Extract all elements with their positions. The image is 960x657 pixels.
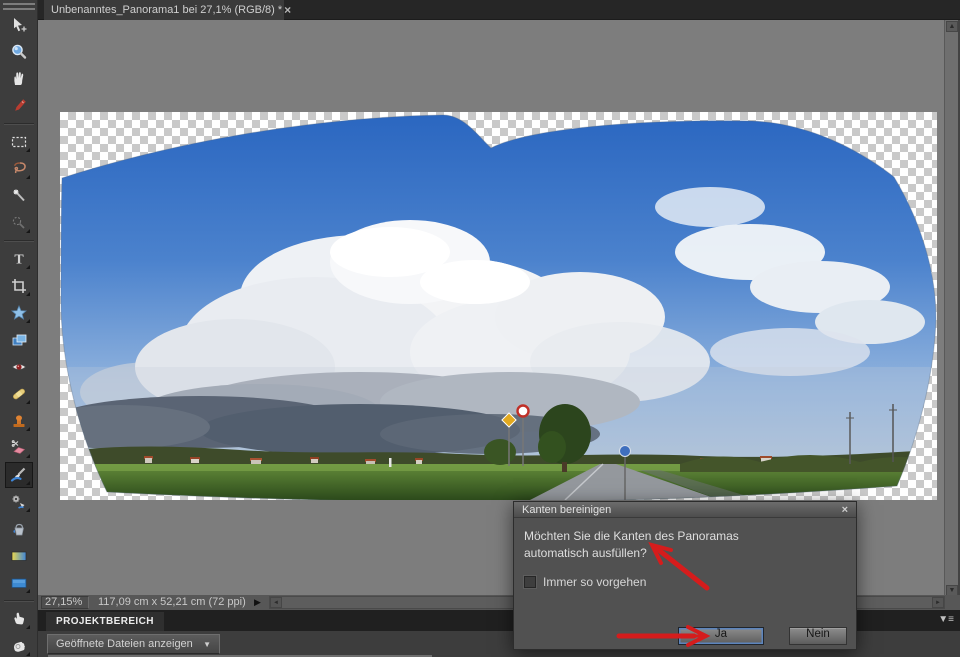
document-tab-title: Unbenanntes_Panorama1 bei 27,1% (RGB/8) …	[51, 4, 282, 16]
tool-divider	[4, 240, 34, 242]
lasso-tool[interactable]	[6, 157, 32, 181]
dialog-title-bar[interactable]: Kanten bereinigen ×	[514, 502, 856, 518]
tool-palette: T	[0, 0, 38, 657]
document-size-readout: 117,09 cm x 52,21 cm (72 ppi)	[98, 596, 246, 609]
project-area-tab[interactable]: PROJEKTBEREICH	[46, 612, 164, 631]
zoom-tool[interactable]	[6, 40, 32, 64]
checkbox-label: Immer so vorgehen	[543, 575, 646, 589]
vertical-scrollbar[interactable]: ▲ ▼	[944, 20, 958, 597]
palette-grip-handle[interactable]	[3, 3, 35, 10]
paint-bucket-tool[interactable]	[6, 517, 32, 541]
show-open-files-dropdown[interactable]: Geöffnete Dateien anzeigen ▼	[47, 634, 220, 654]
rectangular-marquee-tool[interactable]	[6, 130, 32, 154]
tool-divider	[4, 600, 34, 602]
quick-selection-tool[interactable]	[6, 211, 32, 235]
checkbox[interactable]	[524, 576, 536, 588]
status-flyout-icon[interactable]: ▶	[254, 597, 261, 608]
tab-close-icon[interactable]: ×	[282, 4, 293, 16]
cookie-cutter-tool[interactable]	[6, 301, 32, 325]
gradient-tool[interactable]	[6, 544, 32, 568]
document-tab-bar: Unbenanntes_Panorama1 bei 27,1% (RGB/8) …	[38, 0, 960, 20]
yes-button[interactable]: Ja	[678, 627, 764, 645]
spot-healing-brush-tool[interactable]	[6, 382, 32, 406]
dialog-message: Möchten Sie die Kanten des Panoramas aut…	[524, 528, 739, 562]
magic-wand-tool[interactable]	[6, 184, 32, 208]
brush-tool[interactable]	[6, 463, 32, 487]
scroll-left-icon[interactable]: ◄	[270, 597, 282, 608]
tool-divider	[4, 123, 34, 125]
no-button[interactable]: Nein	[789, 627, 847, 645]
scroll-right-icon[interactable]: ►	[932, 597, 944, 608]
clean-edges-dialog: Kanten bereinigen × Möchten Sie die Kant…	[513, 501, 857, 650]
eraser-tool[interactable]	[6, 436, 32, 460]
smart-brush-tool[interactable]	[6, 490, 32, 514]
hand-tool[interactable]	[6, 67, 32, 91]
document-tab[interactable]: Unbenanntes_Panorama1 bei 27,1% (RGB/8) …	[44, 0, 284, 20]
grabbing-hand-tool[interactable]	[6, 634, 32, 657]
move-tool[interactable]	[6, 13, 32, 37]
tool-list: T	[0, 13, 37, 657]
red-eye-removal-tool[interactable]	[6, 355, 32, 379]
clone-stamp-tool[interactable]	[6, 409, 32, 433]
svg-text:T: T	[14, 253, 24, 268]
pointing-hand-tool[interactable]	[6, 607, 32, 631]
always-do-checkbox-row[interactable]: Immer so vorgehen	[524, 575, 646, 589]
type-tool[interactable]: T	[6, 247, 32, 271]
eyedropper-tool[interactable]	[6, 94, 32, 118]
panel-menu-icon[interactable]: ▼≡	[938, 614, 954, 625]
recompose-tool[interactable]	[6, 328, 32, 352]
color-swatch[interactable]	[6, 571, 32, 595]
photoshop-elements-window: Unbenanntes_Panorama1 bei 27,1% (RGB/8) …	[0, 0, 960, 657]
crop-tool[interactable]	[6, 274, 32, 298]
panorama-image	[60, 112, 937, 500]
scroll-up-icon[interactable]: ▲	[946, 21, 958, 32]
dialog-close-icon[interactable]: ×	[842, 504, 848, 516]
caret-down-icon: ▼	[203, 640, 211, 649]
dropdown-label: Geöffnete Dateien anzeigen	[56, 638, 193, 650]
zoom-level-field[interactable]: 27,15%	[41, 596, 89, 609]
dialog-title: Kanten bereinigen	[522, 504, 611, 516]
